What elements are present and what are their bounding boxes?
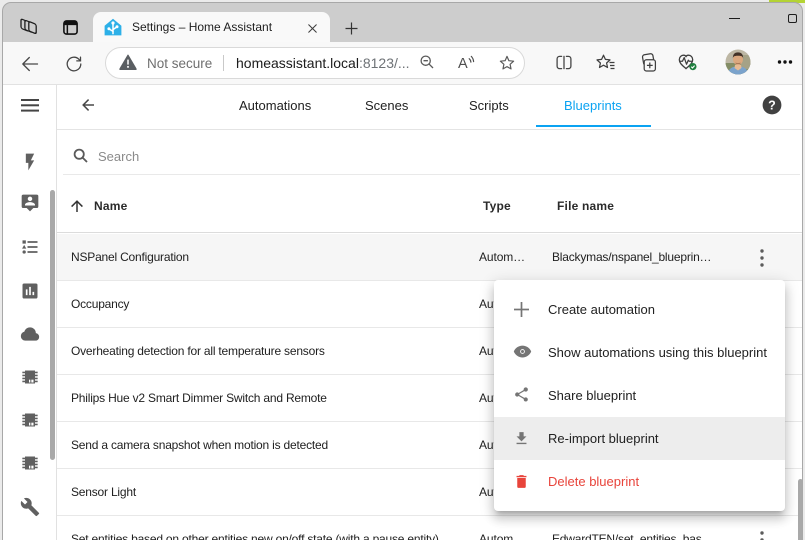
svg-text:?: ? — [768, 99, 776, 113]
svg-text:A: A — [458, 56, 468, 70]
